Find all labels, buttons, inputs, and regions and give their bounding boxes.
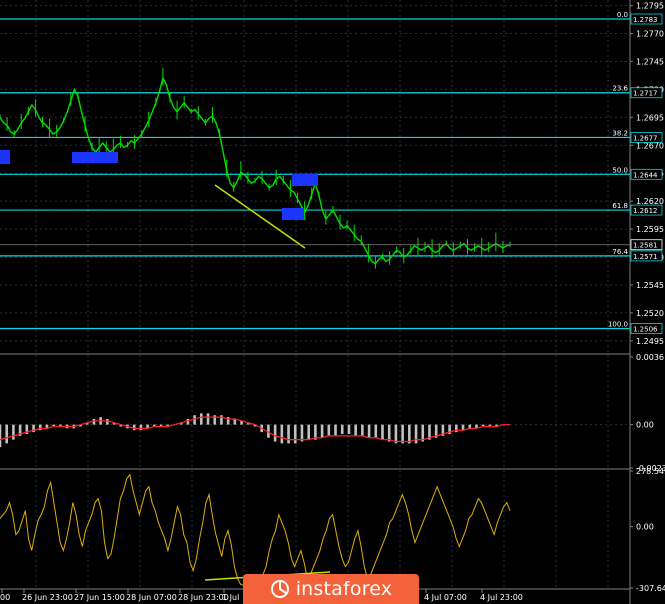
y-tick-label: 1.2545 (636, 281, 664, 290)
fib-level-pct: 0.0 (617, 11, 628, 19)
fib-level-pct: 61.8 (612, 202, 628, 210)
fib-level-price: 1.2783 (633, 16, 658, 24)
fib-level-pct: 100.0 (608, 321, 628, 329)
macd-signal-line (0, 416, 510, 443)
x-tick-label: 4 Jul 23:00 (480, 593, 523, 602)
fib-level-price: 1.2677 (633, 134, 658, 142)
logo-icon (270, 579, 290, 599)
watermark-text: instaforex (295, 578, 393, 600)
y-tick-label: 1.2520 (636, 309, 664, 318)
fib-level-price: 1.2612 (633, 207, 658, 215)
instaforex-logo: instaforex (243, 574, 419, 604)
y-tick-label: 1.2745 (636, 57, 664, 66)
x-tick-label: 27 Jun 15:00 (74, 593, 125, 602)
signal-marker (282, 208, 304, 220)
x-tick-label: 1 Jul (222, 593, 239, 602)
price-line (0, 76, 511, 265)
y-tick-label: 0.0036 (636, 353, 664, 362)
signal-marker (292, 174, 318, 186)
fib-level-price: 1.2717 (633, 90, 658, 98)
current-price-label: 1.2581 (633, 242, 658, 250)
signal-marker (72, 152, 118, 163)
y-tick-label: 1.2695 (636, 113, 664, 122)
fib-level-pct: 50.0 (612, 166, 628, 174)
fib-level-pct: 76.4 (612, 248, 628, 256)
chart-canvas: 1.27951.27701.27451.27201.26951.26701.26… (0, 0, 665, 604)
x-tick-label: 28 Jun 07:00 (126, 593, 177, 602)
y-tick-label: 278.5494 (636, 467, 665, 476)
y-tick-label: 0.00 (636, 523, 654, 532)
signal-marker (0, 150, 10, 164)
fib-level-price: 1.2644 (633, 171, 658, 179)
x-tick-label: 26 Jun 23:00 (22, 593, 73, 602)
y-tick-label: 1.2770 (636, 30, 664, 39)
fib-level-pct: 23.6 (612, 85, 628, 93)
chart-window: 1.27951.27701.27451.27201.26951.26701.26… (0, 0, 665, 604)
fib-level-price: 1.2506 (633, 326, 658, 334)
fib-level-price: 1.2571 (633, 253, 658, 261)
y-tick-label: -307.6403 (636, 584, 665, 593)
y-tick-label: 1.2795 (636, 2, 664, 11)
x-tick-label: 00 (0, 593, 10, 602)
cci-line (0, 473, 511, 587)
fib-level-pct: 38.2 (612, 129, 628, 137)
x-tick-label: 4 Jul 07:00 (424, 593, 467, 602)
y-tick-label: 1.2495 (636, 337, 664, 346)
y-tick-label: 1.2595 (636, 225, 664, 234)
y-tick-label: 0.00 (636, 421, 654, 430)
